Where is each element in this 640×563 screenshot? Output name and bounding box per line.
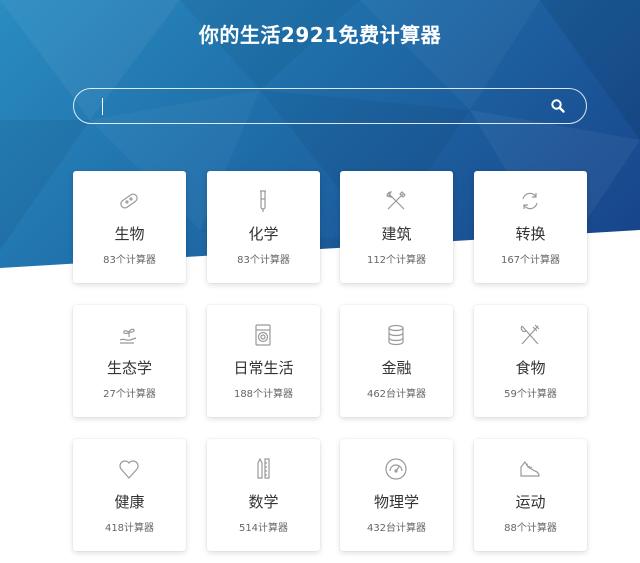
category-count: 27个计算器 (103, 389, 156, 400)
category-name: 化学 (248, 225, 279, 243)
heart-icon (119, 460, 139, 479)
bacteria-icon (120, 193, 138, 209)
gauge-icon (385, 458, 407, 480)
category-name: 金融 (381, 359, 412, 377)
category-count: 83个计算器 (103, 255, 156, 266)
category-card-daily-life[interactable]: 日常生活 188个计算器 (207, 305, 320, 417)
category-name: 日常生活 (233, 359, 294, 377)
running-shoe-icon (520, 460, 540, 477)
category-name: 数学 (248, 493, 279, 511)
category-count: 167个计算器 (500, 255, 561, 266)
search-bar[interactable] (73, 88, 587, 124)
category-card-construction[interactable]: 建筑 112个计算器 (340, 171, 453, 283)
category-name: 生物 (114, 225, 145, 243)
category-card-sports[interactable]: 运动 88个计算器 (474, 439, 587, 551)
page-title: 你的生活2921免费计算器 (198, 23, 442, 47)
search-input[interactable] (104, 89, 534, 123)
category-count: 188个计算器 (233, 389, 294, 400)
category-count: 462台计算器 (366, 389, 427, 400)
category-count: 418计算器 (104, 523, 155, 534)
category-name: 生态学 (106, 359, 152, 377)
refresh-icon (522, 192, 538, 210)
category-card-math[interactable]: 数学 514计算器 (207, 439, 320, 551)
category-card-finance[interactable]: 金融 462台计算器 (340, 305, 453, 417)
category-name: 食物 (515, 359, 546, 377)
seedling-hand-icon (119, 328, 137, 344)
coin-stack-icon (388, 324, 404, 346)
category-count: 83个计算器 (237, 255, 290, 266)
category-card-biology[interactable]: 生物 83个计算器 (73, 171, 186, 283)
category-count: 112个计算器 (366, 255, 427, 266)
category-name: 建筑 (381, 225, 412, 243)
wrench-screwdriver-icon (386, 191, 406, 210)
category-name: 健康 (114, 493, 145, 511)
washing-machine-icon (255, 324, 271, 346)
category-name: 运动 (515, 493, 546, 511)
text-cursor (102, 98, 103, 115)
search-icon[interactable] (550, 98, 566, 114)
category-name: 物理学 (373, 493, 419, 511)
pencil-ruler-icon (257, 457, 270, 479)
fork-knife-icon (520, 324, 540, 345)
test-tube-icon (260, 190, 266, 212)
category-count: 432台计算器 (366, 523, 427, 534)
category-name: 转换 (515, 225, 546, 243)
category-card-conversion[interactable]: 转换 167个计算器 (474, 171, 587, 283)
category-card-food[interactable]: 食物 59个计算器 (474, 305, 587, 417)
category-card-chemistry[interactable]: 化学 83个计算器 (207, 171, 320, 283)
category-count: 88个计算器 (504, 523, 557, 534)
category-card-health[interactable]: 健康 418计算器 (73, 439, 186, 551)
category-count: 514计算器 (238, 523, 289, 534)
category-card-ecology[interactable]: 生态学 27个计算器 (73, 305, 186, 417)
category-card-physics[interactable]: 物理学 432台计算器 (340, 439, 453, 551)
category-count: 59个计算器 (504, 389, 557, 400)
